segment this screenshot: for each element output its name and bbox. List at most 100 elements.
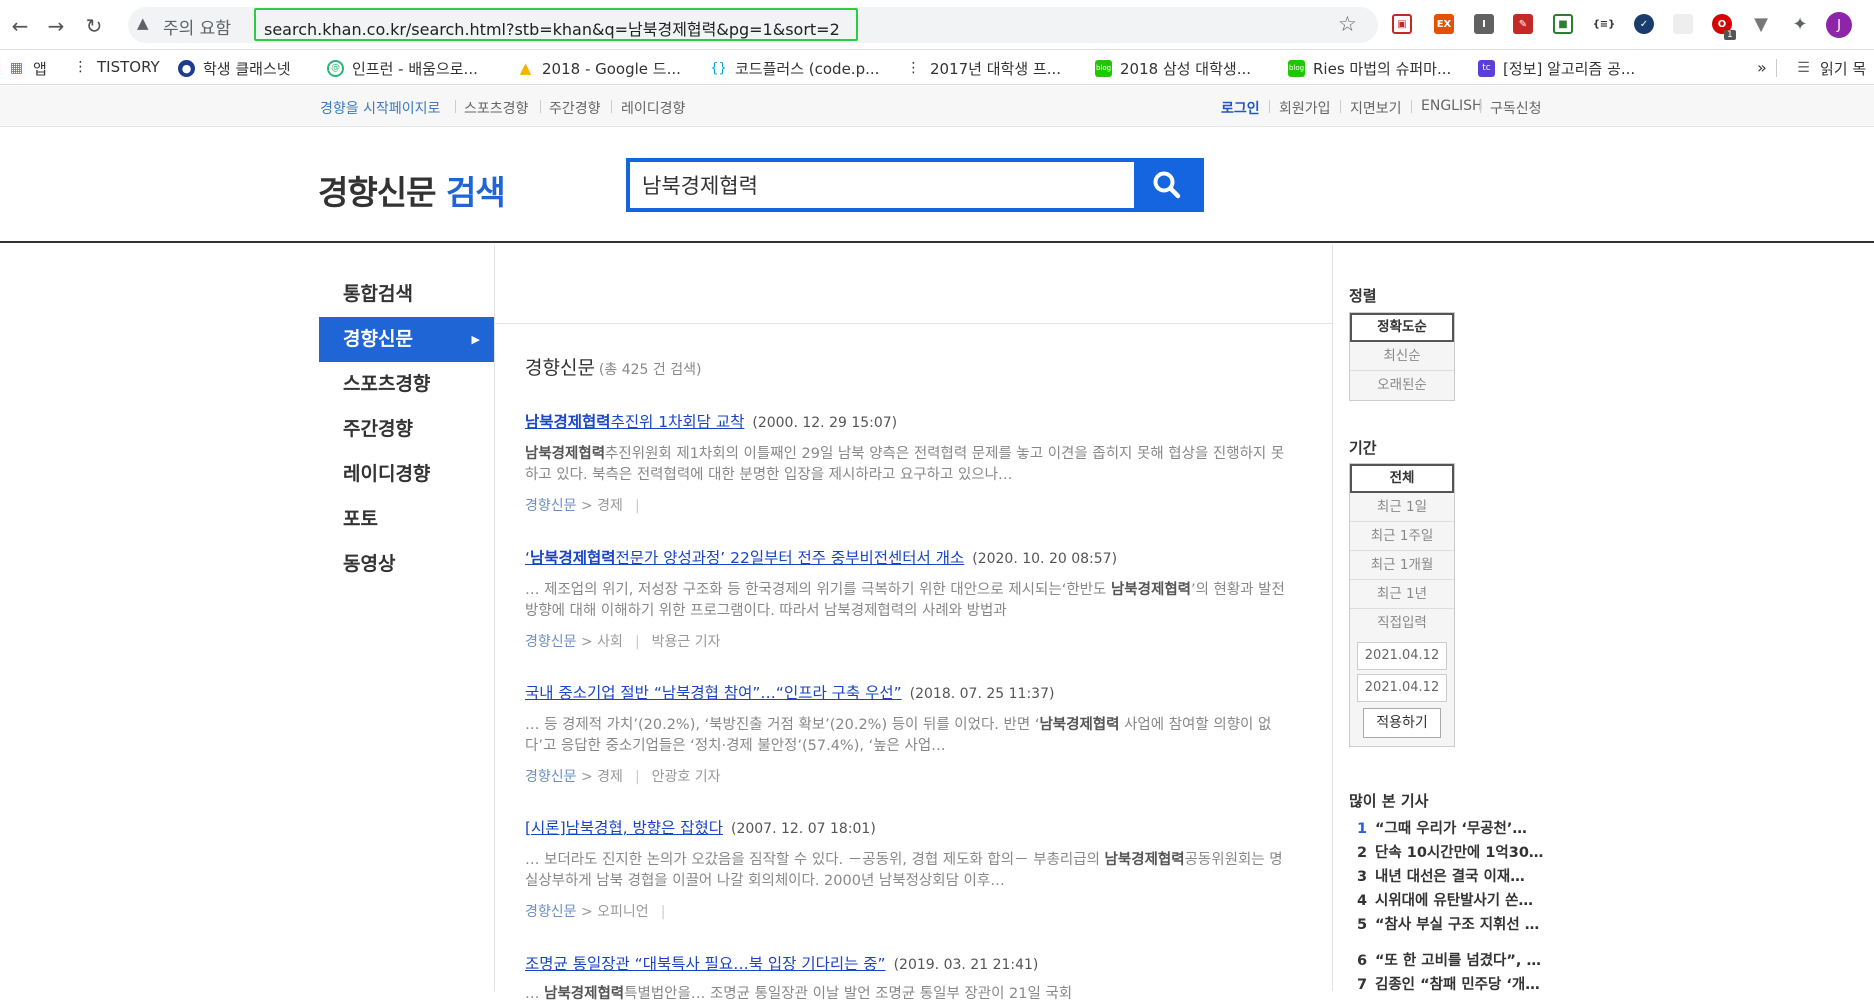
popular-title[interactable]: “참사 부실 구조 지휘선 … <box>1375 917 1539 933</box>
search-button[interactable] <box>1134 162 1200 208</box>
extension-check-icon[interactable]: ✓ <box>1634 14 1654 34</box>
warning-icon[interactable]: ▲ <box>137 14 149 32</box>
result-section[interactable]: 경제 <box>597 769 623 785</box>
bookmark-tistory[interactable]: ⋮ TISTORY <box>72 58 160 76</box>
popular-article[interactable]: 4 시위대에 유탄발사기 쏜… <box>1351 889 1571 913</box>
results-heading: 경향신문 (총 425 건 검색) <box>525 353 701 380</box>
nav-label: 레이디경향 <box>343 463 431 485</box>
result-category[interactable]: 경향신문 <box>525 904 577 920</box>
bookmark-samsung-blog[interactable]: blog 2018 삼성 대학생... <box>1095 58 1251 79</box>
subscribe-link[interactable]: 구독신청 <box>1490 98 1542 118</box>
title-rest: 전문가 양성과정’ 22일부터 전주 중부비전센터서 개소 <box>615 549 965 567</box>
date-to-field[interactable]: 2021.04.12 <box>1357 674 1447 702</box>
profile-avatar[interactable]: J <box>1826 12 1852 38</box>
popular-article[interactable]: 2 단속 10시간만에 1억30… <box>1351 841 1571 865</box>
popular-title[interactable]: 시위대에 유탄발사기 쏜… <box>1375 893 1533 909</box>
title-rest: 국내 중소기업 절반 “남북경협 참여”…“인프라 구축 우선” <box>525 684 902 702</box>
site-logo[interactable]: 경향신문 검색 <box>318 166 506 214</box>
result-title-link[interactable]: 조명균 통일장관 “대북특사 필요…북 입장 기다리는 중” <box>525 955 886 973</box>
bookmark-codeplus[interactable]: {} 코드플러스 (code.p... <box>710 58 879 79</box>
nav-item-photo[interactable]: 포토 <box>319 497 494 542</box>
extension-vue-icon[interactable]: ▼ <box>1751 14 1771 35</box>
english-link[interactable]: ENGLISH <box>1421 98 1483 114</box>
sort-option-oldest[interactable]: 오래된순 <box>1350 371 1454 400</box>
paper-view-link[interactable]: 지면보기 <box>1350 98 1402 118</box>
result-category[interactable]: 경향신문 <box>525 634 577 650</box>
result-category[interactable]: 경향신문 <box>525 498 577 514</box>
popular-title[interactable]: 내년 대선은 결국 이재… <box>1375 869 1525 885</box>
tistory-icon: ⋮ <box>905 60 922 77</box>
bookmark-inflearn[interactable]: @ 인프런 - 배움으로... <box>327 58 478 79</box>
nav-label: 동영상 <box>343 553 396 575</box>
extensions-puzzle-icon[interactable]: ✦ <box>1790 14 1810 35</box>
nav-item-video[interactable]: 동영상 <box>319 542 494 587</box>
result-title-link[interactable]: 국내 중소기업 절반 “남북경협 참여”…“인프라 구축 우선” <box>525 684 902 702</box>
back-icon[interactable]: ← <box>6 12 34 40</box>
bookmark-label: 2017년 대학생 프... <box>930 60 1062 78</box>
forward-icon[interactable]: → <box>42 12 70 40</box>
result-section[interactable]: 사회 <box>597 634 623 650</box>
divider: | <box>634 498 640 514</box>
period-option-1year[interactable]: 최근 1년 <box>1350 580 1454 609</box>
caret-right-icon: ▶ <box>471 333 480 346</box>
result-title-link[interactable]: 남북경제협력추진위 1차회담 교착 <box>525 413 744 431</box>
nav-item-khan[interactable]: 경향신문 ▶ <box>319 317 494 362</box>
result-title-link[interactable]: ‘남북경제협력전문가 양성과정’ 22일부터 전주 중부비전센터서 개소 <box>525 549 964 567</box>
period-option-1day[interactable]: 최근 1일 <box>1350 493 1454 522</box>
bookmark-ries-blog[interactable]: blog Ries 마법의 슈퍼마... <box>1288 58 1451 79</box>
extension-reader-icon[interactable]: I <box>1474 14 1494 34</box>
bookmark-apps[interactable]: ▦ 앱 <box>8 58 47 79</box>
date-from-field[interactable]: 2021.04.12 <box>1357 642 1447 670</box>
extension-pocket-icon[interactable]: ▣ <box>1392 14 1412 34</box>
login-link[interactable]: 로그인 <box>1221 98 1260 118</box>
popular-title[interactable]: “또 한 고비를 넘겼다”, … <box>1375 953 1541 969</box>
reading-list[interactable]: ☰ 읽기 목 <box>1795 58 1866 79</box>
popular-article[interactable]: 6 “또 한 고비를 넘겼다”, … <box>1351 949 1571 973</box>
period-option-custom[interactable]: 직접입력 <box>1350 609 1454 638</box>
extension-ex-icon[interactable]: EX <box>1434 14 1454 34</box>
set-homepage-link[interactable]: 경향을 시작페이지로 <box>320 98 440 118</box>
sort-option-accuracy[interactable]: 정확도순 <box>1350 313 1454 342</box>
bookmarks-overflow[interactable]: » <box>1757 58 1767 77</box>
lady-link[interactable]: 레이디경향 <box>621 98 685 118</box>
period-option-1month[interactable]: 최근 1개월 <box>1350 551 1454 580</box>
nav-item-all[interactable]: 통합검색 <box>319 272 494 317</box>
extension-json-icon[interactable]: {≡} <box>1593 14 1615 34</box>
weekly-link[interactable]: 주간경향 <box>549 98 601 118</box>
sort-option-newest[interactable]: 최신순 <box>1350 342 1454 371</box>
popular-article[interactable]: 3 내년 대선은 결국 이재… <box>1351 865 1571 889</box>
extension-pdf-icon[interactable]: ✎ <box>1513 14 1533 34</box>
popular-article[interactable]: 1 “그때 우리가 ‘무공천’… <box>1351 817 1571 841</box>
period-option-all[interactable]: 전체 <box>1350 464 1454 493</box>
bookmark-classnet[interactable]: ● 학생 클래스넷 <box>178 58 291 79</box>
nav-label: 주간경향 <box>343 418 413 440</box>
apply-button[interactable]: 적용하기 <box>1363 708 1441 738</box>
result-title-link[interactable]: [시론]남북경협, 방향은 잡혔다 <box>525 819 723 837</box>
nav-item-lady[interactable]: 레이디경향 <box>319 452 494 497</box>
result-section[interactable]: 오피니언 <box>597 904 649 920</box>
popular-article[interactable]: 7 김종인 “참패 민주당 ‘개… <box>1351 973 1571 997</box>
extension-screen-icon[interactable]: ■ <box>1553 14 1573 34</box>
bookmark-tistory-2017[interactable]: ⋮ 2017년 대학생 프... <box>905 58 1061 79</box>
nav-item-weekly[interactable]: 주간경향 <box>319 407 494 452</box>
signup-link[interactable]: 회원가입 <box>1279 98 1331 118</box>
popular-title[interactable]: 단속 10시간만에 1억30… <box>1375 845 1543 861</box>
sports-link[interactable]: 스포츠경향 <box>464 98 528 118</box>
popular-article[interactable]: 5 “참사 부실 구조 지휘선 … <box>1351 913 1571 937</box>
bookmark-algorithm[interactable]: tc [정보] 알고리즘 공... <box>1478 58 1635 79</box>
security-warning[interactable]: 주의 요함 <box>163 14 231 39</box>
bookmark-google-drive[interactable]: ▲ 2018 - Google 드... <box>517 58 681 79</box>
bookmark-star-icon[interactable]: ☆ <box>1338 12 1357 36</box>
popular-title[interactable]: “그때 우리가 ‘무공천’… <box>1375 821 1527 837</box>
result-section[interactable]: 경제 <box>597 498 623 514</box>
nav-item-sports[interactable]: 스포츠경향 <box>319 362 494 407</box>
snippet-highlight: 남북경제협력 <box>1104 852 1185 868</box>
reload-icon[interactable]: ↻ <box>80 12 108 40</box>
search-input[interactable] <box>642 170 1122 200</box>
result-category[interactable]: 경향신문 <box>525 769 577 785</box>
period-option-1week[interactable]: 최근 1주일 <box>1350 522 1454 551</box>
extension-blank-icon[interactable] <box>1673 14 1693 34</box>
divider <box>494 323 1332 324</box>
url-text[interactable]: search.khan.co.kr/search.html?stb=khan&q… <box>264 16 840 40</box>
url-highlight[interactable]: search.khan.co.kr/search.html?stb=khan&q… <box>254 8 858 41</box>
